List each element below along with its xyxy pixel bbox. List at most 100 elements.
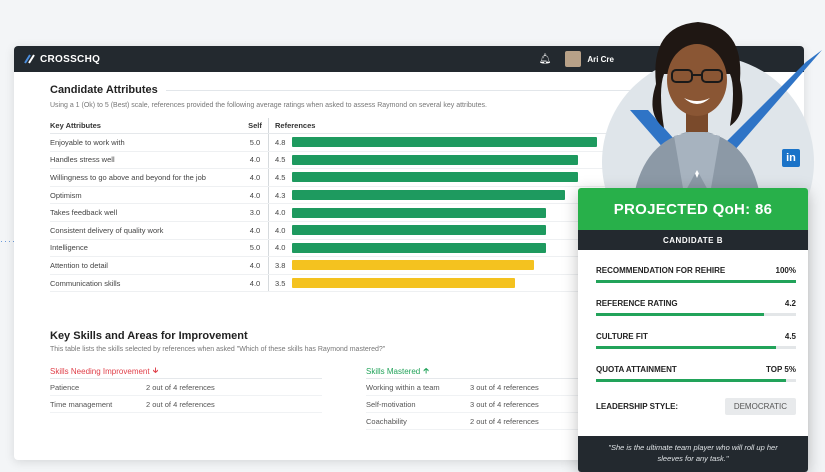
attribute-reference-score: 4.5 [268, 151, 292, 169]
attribute-reference-score: 4.8 [268, 134, 292, 151]
attribute-row: Optimism 4.0 4.3 [50, 186, 610, 205]
metric-label: QUOTA ATTAINMENT [596, 365, 677, 374]
metric-value: 4.2 [784, 299, 796, 308]
attributes-table: Key Attributes Self References Enjoyable… [50, 118, 610, 293]
skill-count: 2 out of 4 references [146, 382, 215, 392]
metric-value: 4.5 [784, 332, 796, 341]
skills-improvement-table: Skills Needing Improvement 🡳 Patience 2 o… [50, 365, 322, 430]
metric-line: CULTURE FIT 4.5 [596, 332, 796, 341]
metric-line: QUOTA ATTAINMENT TOP 5% [596, 365, 796, 374]
attribute-self-score: 4.0 [249, 225, 261, 235]
attribute-name: Intelligence [50, 243, 88, 253]
skills-improvement-header: Skills Needing Improvement 🡳 [50, 365, 322, 380]
attribute-name: Takes feedback well [50, 208, 118, 218]
attribute-self-score: 4.0 [249, 190, 261, 200]
col-references: References [268, 118, 315, 133]
attribute-row: Intelligence 5.0 4.0 [50, 239, 610, 258]
attribute-reference-score: 3.5 [268, 274, 292, 292]
attribute-bar [292, 207, 547, 218]
arrow-up-icon: 🡱 [423, 365, 429, 375]
avatar[interactable] [565, 51, 582, 67]
attribute-bar-track [292, 190, 610, 201]
attribute-self-score: 4.0 [249, 155, 261, 165]
attribute-reference-score: 4.5 [268, 169, 292, 186]
metric: REFERENCE RATING 4.2 [578, 299, 808, 316]
metric: RECOMMENDATION FOR REHIRE 100% [578, 266, 808, 283]
attribute-self-score: 5.0 [249, 243, 261, 253]
leadership-row: LEADERSHIP STYLE: DEMOCRATIC [578, 398, 808, 415]
metric-value: TOP 5% [766, 365, 796, 374]
attribute-bar-cell [292, 275, 610, 292]
skills-mastered-label: Skills Mastered [366, 367, 421, 377]
metric-line: REFERENCE RATING 4.2 [596, 299, 796, 308]
skill-name: Coachability [366, 416, 407, 426]
skill-row: Coachability 2 out of 4 references [366, 413, 598, 431]
skill-row: Self-motivation 3 out of 4 references [366, 396, 598, 414]
attribute-bar [292, 225, 547, 236]
attribute-name: Optimism [50, 190, 82, 200]
leadership-label: LEADERSHIP STYLE: [596, 402, 679, 411]
metric-label: REFERENCE RATING [596, 299, 678, 308]
metric-label: CULTURE FIT [596, 332, 648, 341]
mastered-rows: Working within a team 3 out of 4 referenc… [366, 379, 598, 431]
candidate-label: CANDIDATE B [578, 230, 808, 250]
attribute-name: Willingness to go above and beyond for t… [50, 172, 206, 182]
skill-row: Working within a team 3 out of 4 referenc… [366, 379, 598, 397]
attribute-bar [292, 190, 566, 201]
attribute-bar-cell [292, 169, 610, 186]
attribute-row: Willingness to go above and beyond for t… [50, 169, 610, 187]
metric-line: RECOMMENDATION FOR REHIRE 100% [596, 266, 796, 275]
attribute-name: Consistent delivery of quality work [50, 225, 164, 235]
linkedin-icon[interactable]: in [782, 149, 800, 167]
attribute-bar [292, 242, 547, 253]
bell-icon[interactable]: 🔔︎ [539, 54, 552, 65]
attribute-reference-score: 4.0 [268, 239, 292, 257]
attribute-name: Handles stress well [50, 155, 115, 165]
attributes-rows: Enjoyable to work with 5.0 4.8 Handles stre… [50, 134, 610, 293]
skill-name: Patience [50, 382, 80, 392]
qoh-label: PROJECTED QoH: [613, 200, 751, 218]
logo-text: CROSSCHQ [40, 53, 101, 65]
attribute-bar [292, 137, 598, 148]
skill-count: 2 out of 4 references [146, 399, 215, 409]
attribute-name: Communication skills [50, 278, 121, 288]
attribute-bar-cell [292, 152, 610, 169]
col-self: Self [248, 121, 262, 130]
attribute-bar-track [292, 278, 610, 289]
metric-label: RECOMMENDATION FOR REHIRE [596, 266, 726, 275]
qoh-value: 86 [754, 200, 773, 218]
skills-mastered-table: Skills Mastered 🡱 Working within a team 3… [366, 365, 598, 431]
reference-quote: "She is the ultimate team player who wil… [578, 436, 808, 472]
attribute-bar-cell [292, 134, 610, 151]
skill-count: 2 out of 4 references [470, 416, 539, 426]
metric-track [596, 313, 796, 316]
skills-improvement-label: Skills Needing Improvement [50, 367, 150, 377]
skill-count: 3 out of 4 references [470, 382, 539, 392]
metric: CULTURE FIT 4.5 [578, 332, 808, 349]
attribute-row: Takes feedback well 3.0 4.0 [50, 204, 610, 222]
skill-count: 3 out of 4 references [470, 399, 539, 409]
attribute-row: Communication skills 4.0 3.5 [50, 274, 610, 293]
metric-track [596, 379, 796, 382]
attribute-name: Enjoyable to work with [50, 137, 125, 147]
attribute-bar-cell [292, 222, 610, 239]
metric: QUOTA ATTAINMENT TOP 5% [578, 365, 808, 382]
arrow-down-icon: 🡳 [152, 365, 159, 375]
metric-bar [596, 280, 796, 283]
attribute-self-score: 4.0 [249, 172, 261, 182]
attribute-bar-track [292, 172, 610, 183]
attribute-bar-track [292, 207, 610, 218]
attribute-row: Enjoyable to work with 5.0 4.8 [50, 134, 610, 152]
metric-value: 100% [775, 266, 796, 275]
metric-bar [596, 313, 764, 316]
qoh-header: PROJECTED QoH: 86 [578, 188, 808, 230]
attribute-self-score: 3.0 [249, 208, 261, 218]
skills-mastered-header: Skills Mastered 🡱 [366, 365, 598, 380]
improvement-rows: Patience 2 out of 4 references Time manage… [50, 379, 322, 414]
attribute-row: Consistent delivery of quality work 4.0 4.… [50, 221, 610, 240]
metric-track [596, 280, 796, 283]
attribute-self-score: 5.0 [249, 137, 261, 147]
attributes-table-header: Key Attributes Self References [50, 118, 610, 134]
skill-row: Patience 2 out of 4 references [50, 379, 322, 397]
crosschq-logo[interactable]: CROSSCHQ [24, 54, 100, 65]
